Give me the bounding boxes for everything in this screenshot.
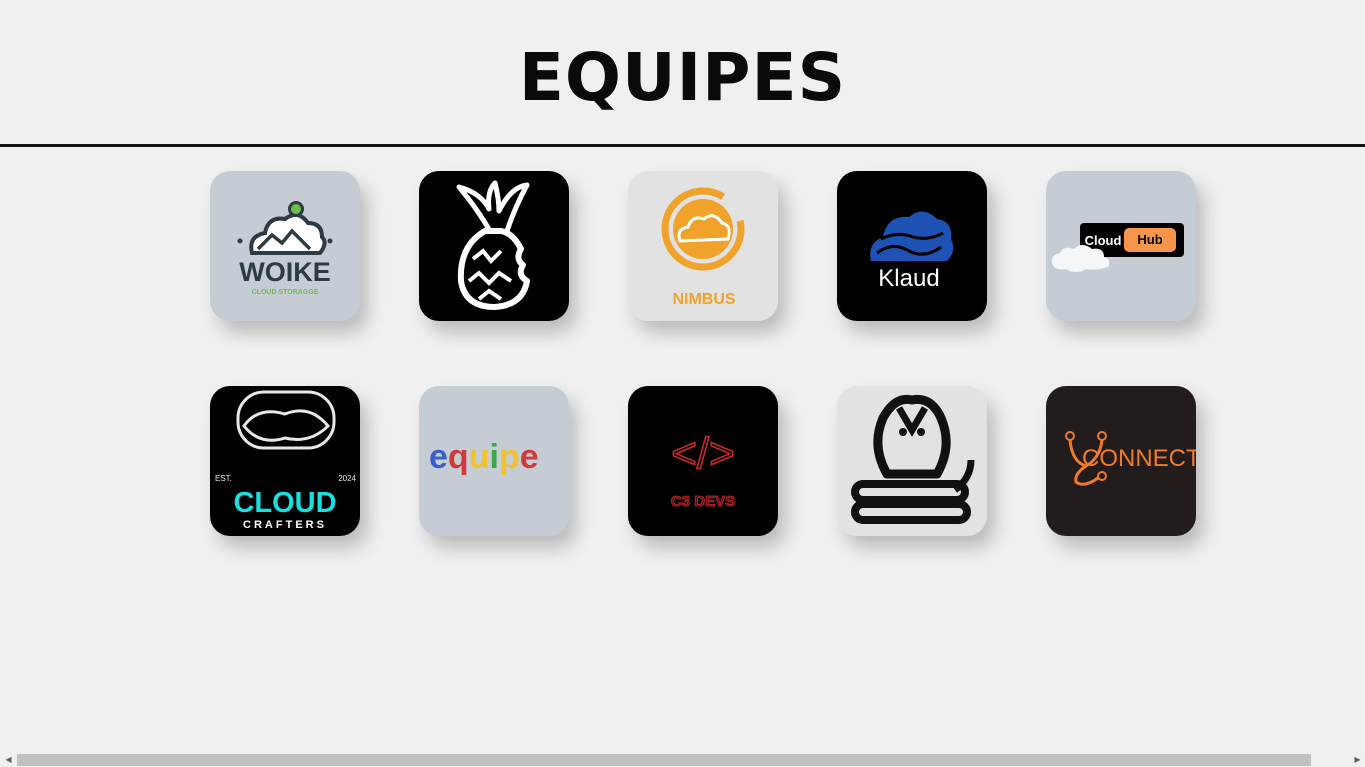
team-card-cloud-crafters[interactable]: EST. 2024 CLOUD CRAFTERS — [210, 386, 360, 536]
c3-devs-logo-text: C3 DEVS — [671, 493, 735, 510]
blue-cloud-icon: Klaud — [870, 211, 954, 292]
woike-logo-text: WOIKE — [239, 257, 331, 287]
code-brackets-icon: </> C3 DEVS — [670, 428, 735, 510]
team-card-equipe[interactable]: equipe — [419, 386, 569, 536]
svg-text:equipe: equipe — [429, 438, 539, 476]
team-card-cobra[interactable] — [837, 386, 987, 536]
cloud-hub-icon: Cloud Hub — [1051, 223, 1184, 272]
scrollbar-thumb[interactable] — [17, 754, 1311, 766]
cloud-crafters-logo-text: CLOUD — [233, 487, 336, 519]
cloud-crafters-est: EST. — [215, 474, 232, 483]
sun-cloud-icon: NIMBUS — [661, 187, 745, 308]
cloud-crafters-subtext: CRAFTERS — [243, 519, 327, 531]
equipe-letter-i: i — [489, 438, 498, 476]
team-card-pineapple[interactable] — [419, 171, 569, 321]
equipe-letter-q: q — [448, 438, 469, 476]
cloud-hub-right-text: Hub — [1137, 232, 1162, 247]
equipe-letter-p: p — [499, 438, 520, 476]
connect-logo-text: CONNECT — [1082, 445, 1196, 472]
pineapple-icon — [456, 180, 530, 310]
scroll-right-arrow-icon[interactable]: ▶ — [1350, 754, 1365, 766]
connect-node-icon: CONNECT — [1065, 431, 1196, 486]
nimbus-logo-text: NIMBUS — [672, 291, 735, 308]
woike-logo-subtext: CLOUD STORAGGE — [252, 289, 319, 296]
team-card-nimbus[interactable]: NIMBUS — [628, 171, 778, 321]
cobra-icon — [851, 394, 975, 524]
scroll-left-arrow-icon[interactable]: ◀ — [1, 754, 16, 766]
horizontal-scrollbar[interactable]: ◀ ▶ — [0, 752, 1365, 767]
page-title: EQUIPES — [518, 39, 847, 116]
team-card-c3-devs[interactable]: </> C3 DEVS — [628, 386, 778, 536]
team-card-cloud-hub[interactable]: Cloud Hub — [1046, 171, 1196, 321]
equipe-wordmark-icon: equipe — [429, 438, 539, 476]
equipe-letter-u: u — [469, 438, 490, 476]
cloud-crafters-year: 2024 — [338, 474, 356, 483]
cloud-hub-left-text: Cloud — [1085, 233, 1122, 248]
equipe-letter-e2: e — [520, 438, 539, 476]
team-card-klaud[interactable]: Klaud — [837, 171, 987, 321]
team-card-woike[interactable]: WOIKE CLOUD STORAGGE — [210, 171, 360, 321]
cloud-mountain-icon: WOIKE CLOUD STORAGGE — [237, 201, 333, 296]
page: EQUIPES WOIKE CLOUD STORAGGE NIMBUS Klau… — [0, 0, 1365, 767]
klaud-logo-text: Klaud — [878, 265, 939, 292]
title-divider — [0, 144, 1365, 147]
c3-devs-code-symbol: </> — [671, 429, 735, 478]
team-card-connect[interactable]: CONNECT — [1046, 386, 1196, 536]
equipe-letter-e1: e — [429, 438, 448, 476]
outline-cloud-icon: EST. 2024 CLOUD CRAFTERS — [215, 390, 357, 531]
